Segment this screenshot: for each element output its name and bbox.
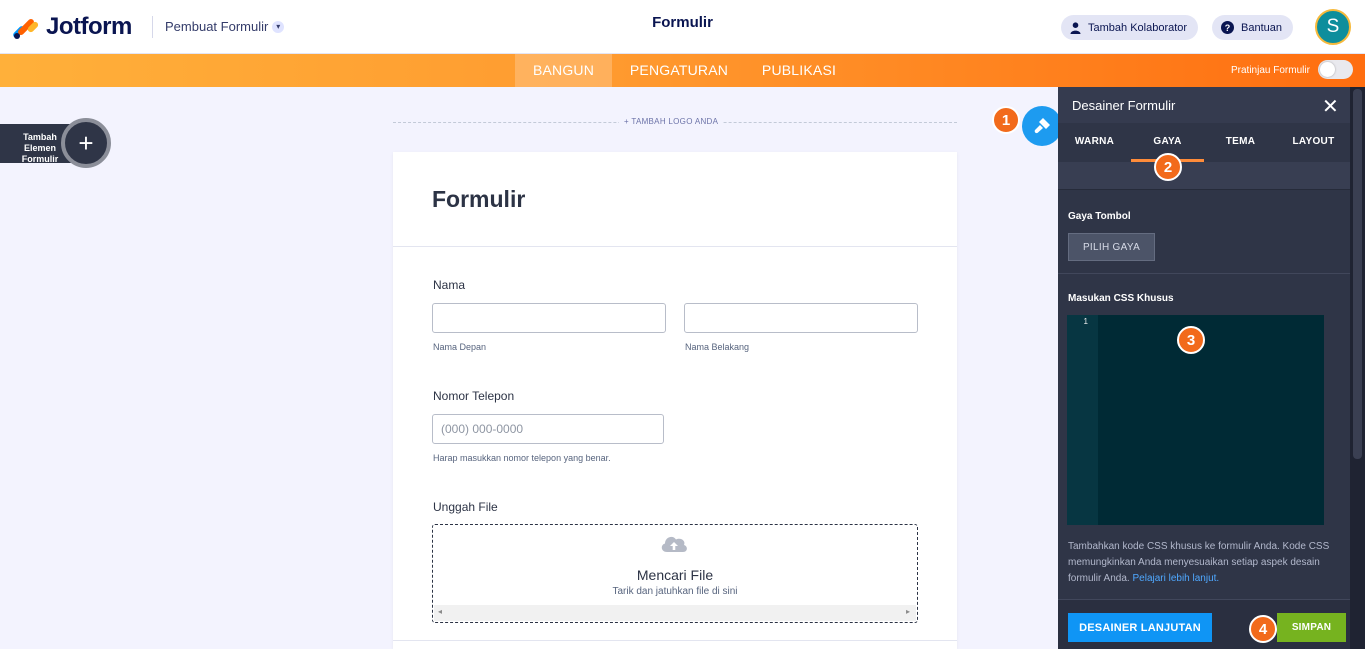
name-label: Nama [433, 278, 466, 292]
tab-layout[interactable]: LAYOUT [1277, 123, 1350, 161]
form-card-divider [393, 640, 957, 641]
plus-icon: + [78, 127, 94, 158]
panel-subheader [1058, 162, 1350, 190]
phone-label: Nomor Telepon [433, 389, 515, 403]
user-icon [1070, 21, 1081, 34]
cloud-upload-icon [661, 536, 687, 552]
brand-name: Jotform [46, 13, 132, 40]
panel-title: Desainer Formulir [1072, 98, 1176, 113]
header-divider [152, 16, 153, 38]
step-badge-3: 3 [1177, 326, 1205, 354]
add-form-element-label: Tambah Elemen Formulir [21, 132, 59, 164]
scroll-left-icon[interactable]: ◂ [438, 607, 442, 616]
phone-placeholder: (000) 000-0000 [441, 422, 524, 436]
tab-settings[interactable]: PENGATURAN [617, 54, 741, 87]
step-badge-4: 4 [1249, 615, 1277, 643]
line-number-gutter: 1 [1067, 315, 1098, 525]
form-designer-panel: Desainer Formulir ✕ WARNA GAYA TEMA LAYO… [1058, 87, 1350, 649]
add-collaborator-button[interactable]: Tambah Kolaborator [1061, 15, 1199, 40]
preview-label: Pratinjau Formulir [1231, 65, 1310, 76]
tab-colors[interactable]: WARNA [1058, 123, 1131, 161]
upload-label: Unggah File [433, 500, 498, 514]
form-card: Formulir Nama Nama Depan Nama Belakang N… [393, 152, 957, 649]
custom-css-label: Masukan CSS Khusus [1068, 293, 1174, 304]
section-divider [1058, 273, 1350, 274]
panel-scrollbar[interactable] [1350, 87, 1365, 649]
phone-input[interactable]: (000) 000-0000 [432, 414, 664, 444]
scrollbar-thumb[interactable] [1353, 89, 1362, 459]
add-collaborator-label: Tambah Kolaborator [1088, 21, 1188, 34]
first-name-sublabel: Nama Depan [433, 342, 487, 352]
help-label: Bantuan [1241, 21, 1282, 34]
last-name-sublabel: Nama Belakang [685, 342, 750, 352]
upload-subtitle: Tarik dan jatuhkan file di sini [612, 586, 738, 597]
add-logo-link[interactable]: + TAMBAH LOGO ANDA [619, 117, 724, 126]
step-badge-2: 2 [1154, 153, 1182, 181]
paint-roller-icon [1034, 118, 1050, 134]
form-header[interactable]: Formulir [393, 152, 957, 247]
horizontal-scrollbar[interactable]: ◂ ▸ [434, 605, 916, 621]
panel-header: Desainer Formulir ✕ [1058, 87, 1350, 123]
jotform-logo-icon [11, 15, 40, 40]
last-name-input[interactable] [684, 303, 918, 333]
form-title[interactable]: Formulir [432, 186, 525, 213]
builder-nav: BANGUN PENGATURAN PUBLIKASI Pratinjau Fo… [0, 54, 1365, 87]
toggle-knob [1320, 62, 1335, 77]
avatar[interactable]: S [1315, 9, 1351, 45]
builder-dropdown[interactable]: Pembuat Formulir ▾ [165, 19, 285, 34]
close-icon[interactable]: ✕ [1322, 94, 1339, 119]
save-button[interactable]: SIMPAN [1277, 613, 1346, 642]
advanced-designer-button[interactable]: DESAINER LANJUTAN [1068, 613, 1212, 642]
tab-publish[interactable]: PUBLIKASI [749, 54, 849, 87]
step-badge-1: 1 [992, 106, 1020, 134]
css-help-text: Tambahkan kode CSS khusus ke formulir An… [1068, 539, 1336, 587]
file-upload-dropzone[interactable]: Mencari File Tarik dan jatuhkan file di … [432, 524, 918, 623]
phone-sublabel: Harap masukkan nomor telepon yang benar. [433, 453, 611, 463]
scroll-right-icon[interactable]: ▸ [906, 607, 910, 616]
tab-build[interactable]: BANGUN [515, 54, 612, 87]
upload-title: Mencari File [636, 567, 714, 583]
builder-label: Pembuat Formulir [165, 19, 269, 34]
question-icon: ? [1221, 21, 1234, 34]
learn-more-link[interactable]: Pelajari lebih lanjut. [1132, 573, 1219, 584]
form-designer-button[interactable] [1022, 106, 1062, 146]
chevron-down-icon: ▾ [272, 20, 285, 33]
help-button[interactable]: ? Bantuan [1212, 15, 1293, 40]
add-element-button[interactable]: + [61, 118, 111, 168]
pick-style-button[interactable]: PILIH GAYA [1068, 233, 1155, 261]
top-header: Jotform Pembuat Formulir ▾ Formulir Tamb… [0, 0, 1365, 54]
preview-toggle[interactable] [1318, 60, 1353, 79]
jotform-logo[interactable]: Jotform [11, 12, 132, 42]
first-name-input[interactable] [432, 303, 666, 333]
tab-themes[interactable]: TEMA [1204, 123, 1277, 161]
button-style-label: Gaya Tombol [1068, 211, 1131, 222]
avatar-letter: S [1326, 16, 1340, 37]
